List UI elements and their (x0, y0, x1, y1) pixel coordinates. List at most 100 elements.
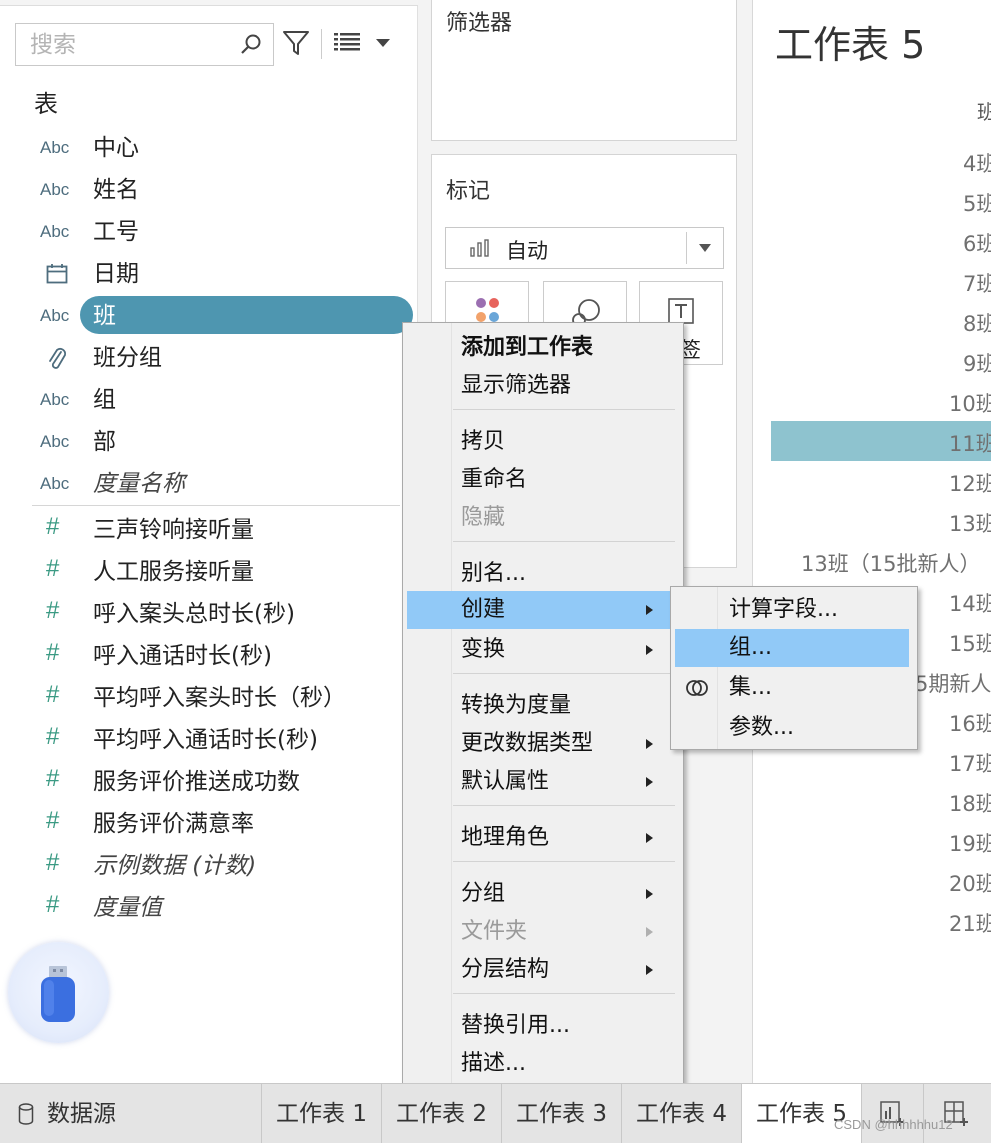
field-date[interactable]: 日期 (0, 256, 418, 292)
submenu-item-parameter[interactable]: 参数... (671, 709, 917, 747)
menu-item-default-properties[interactable]: 默认属性 (403, 763, 683, 801)
create-submenu: 计算字段... 组... 集... 参数... (670, 586, 918, 750)
menu-item-replace-references[interactable]: 替换引用... (403, 1007, 683, 1045)
tab-label: 数据源 (47, 1101, 116, 1127)
field-name[interactable]: Abc 姓名 (0, 172, 418, 208)
submenu-item-calculated-field[interactable]: 计算字段... (671, 591, 917, 629)
tab-sheet-4[interactable]: 工作表 4 (622, 1084, 742, 1143)
field-measure[interactable]: # 服务评价满意率 (0, 806, 418, 842)
row-header[interactable]: 20班 (949, 868, 991, 898)
field-measure-names[interactable]: Abc 度量名称 (0, 466, 418, 502)
row-header[interactable]: 13班（15批新人） (801, 548, 980, 578)
new-worksheet-button[interactable] (862, 1084, 924, 1143)
row-header[interactable]: 18班 (949, 788, 991, 818)
menu-item-aliases[interactable]: 别名... (403, 555, 683, 593)
number-type-icon: # (46, 891, 60, 918)
sheet-tab-bar: 数据源 工作表 1 工作表 2 工作表 3 工作表 4 工作表 5 (0, 1083, 991, 1143)
usb-floating-button[interactable] (8, 942, 109, 1043)
menu-item-label: 计算字段... (729, 597, 838, 622)
menu-separator (453, 861, 675, 862)
row-header[interactable]: 11班 (949, 428, 991, 458)
row-header[interactable]: 7班 (963, 268, 991, 298)
tab-data-source[interactable]: 数据源 (0, 1084, 262, 1143)
field-label: 平均呼入通话时长(秒) (93, 727, 318, 753)
filter-icon[interactable] (282, 29, 310, 57)
search-input[interactable] (30, 30, 230, 60)
field-measure[interactable]: # 服务评价推送成功数 (0, 764, 418, 800)
number-type-icon: # (46, 639, 60, 666)
menu-item-geographic-role[interactable]: 地理角色 (403, 819, 683, 857)
field-employee-id[interactable]: Abc 工号 (0, 214, 418, 250)
submenu-item-set[interactable]: 集... (671, 669, 917, 707)
field-measure[interactable]: # 平均呼入案头时长（秒） (0, 680, 418, 716)
tab-sheet-5[interactable]: 工作表 5 (742, 1084, 862, 1143)
row-header[interactable]: 9班 (963, 348, 991, 378)
chevron-down-icon[interactable] (375, 37, 391, 49)
field-measure[interactable]: # 人工服务接听量 (0, 554, 418, 590)
menu-item-label: 参数... (729, 715, 794, 740)
field-measure[interactable]: # 呼入通话时长(秒) (0, 638, 418, 674)
row-header[interactable]: 5班 (963, 188, 991, 218)
row-header[interactable]: 8班 (963, 308, 991, 338)
tab-sheet-3[interactable]: 工作表 3 (502, 1084, 622, 1143)
menu-item-convert-to-measure[interactable]: 转换为度量 (403, 687, 683, 725)
sheet-title[interactable]: 工作表 5 (775, 14, 925, 69)
field-measure[interactable]: # 平均呼入通话时长(秒) (0, 722, 418, 758)
search-icon[interactable] (239, 33, 263, 57)
menu-item-add-to-sheet[interactable]: 添加到工作表 (403, 329, 683, 367)
marks-title: 标记 (446, 179, 491, 204)
field-department[interactable]: Abc 部 (0, 424, 418, 460)
row-header[interactable]: 16班 (949, 708, 991, 738)
field-label: 工号 (93, 219, 139, 245)
field-group[interactable]: Abc 组 (0, 382, 418, 418)
field-measure[interactable]: # 三声铃响接听量 (0, 512, 418, 548)
row-header[interactable]: 21班 (949, 908, 991, 938)
field-class-group[interactable]: 班分组 (0, 340, 418, 376)
row-header[interactable]: 10班 (949, 388, 991, 418)
new-dashboard-button[interactable] (924, 1084, 991, 1143)
field-measure[interactable]: # 示例数据 (计数) (0, 848, 418, 884)
database-icon (18, 1103, 34, 1125)
menu-item-hide: 隐藏 (403, 499, 683, 537)
field-label: 人工服务接听量 (93, 559, 254, 585)
row-header[interactable]: 5期新人 (915, 668, 991, 698)
menu-item-show-filter[interactable]: 显示筛选器 (403, 367, 683, 405)
menu-item-describe[interactable]: 描述... (403, 1045, 683, 1083)
row-header[interactable]: 6班 (963, 228, 991, 258)
watermark: CSDN @hhhhhhu12 (834, 1117, 953, 1132)
menu-item-create[interactable]: 创建 (407, 591, 671, 629)
column-header[interactable]: 班 (977, 96, 991, 125)
row-header[interactable]: 15班 (949, 628, 991, 658)
menu-separator (453, 541, 675, 542)
menu-item-group-by[interactable]: 分组 (403, 875, 683, 913)
menu-item-folders: 文件夹 (403, 913, 683, 951)
chevron-right-icon (646, 965, 653, 975)
menu-separator (453, 805, 675, 806)
field-measure[interactable]: # 度量值 (0, 890, 418, 926)
row-header[interactable]: 14班 (949, 588, 991, 618)
tab-sheet-2[interactable]: 工作表 2 (382, 1084, 502, 1143)
field-class-selected[interactable]: Abc 班 (0, 296, 418, 334)
field-measure[interactable]: # 呼入案头总时长(秒) (0, 596, 418, 632)
filters-shelf[interactable]: 筛选器 (431, 0, 737, 141)
tab-sheet-1[interactable]: 工作表 1 (262, 1084, 382, 1143)
field-label: 中心 (93, 135, 139, 161)
row-header[interactable]: 4班 (963, 148, 991, 178)
field-label: 示例数据 (计数) (93, 853, 257, 879)
menu-item-rename[interactable]: 重命名 (403, 461, 683, 499)
menu-item-transform[interactable]: 变换 (403, 631, 683, 669)
search-box[interactable] (15, 23, 274, 66)
list-view-icon[interactable] (334, 32, 360, 52)
menu-item-hierarchy[interactable]: 分层结构 (403, 951, 683, 989)
row-header[interactable]: 19班 (949, 828, 991, 858)
row-header[interactable]: 13班 (949, 508, 991, 538)
field-center[interactable]: Abc 中心 (0, 130, 418, 166)
context-menu: 添加到工作表 显示筛选器 拷贝 重命名 隐藏 别名... 创建 变换 转换为度量… (402, 322, 684, 1085)
field-label: 度量名称 (93, 471, 185, 497)
menu-item-copy[interactable]: 拷贝 (403, 423, 683, 461)
menu-item-change-data-type[interactable]: 更改数据类型 (403, 725, 683, 763)
mark-type-select[interactable]: 自动 (445, 227, 724, 269)
submenu-item-group[interactable]: 组... (675, 629, 909, 667)
row-header[interactable]: 12班 (949, 468, 991, 498)
row-header[interactable]: 17班 (949, 748, 991, 778)
